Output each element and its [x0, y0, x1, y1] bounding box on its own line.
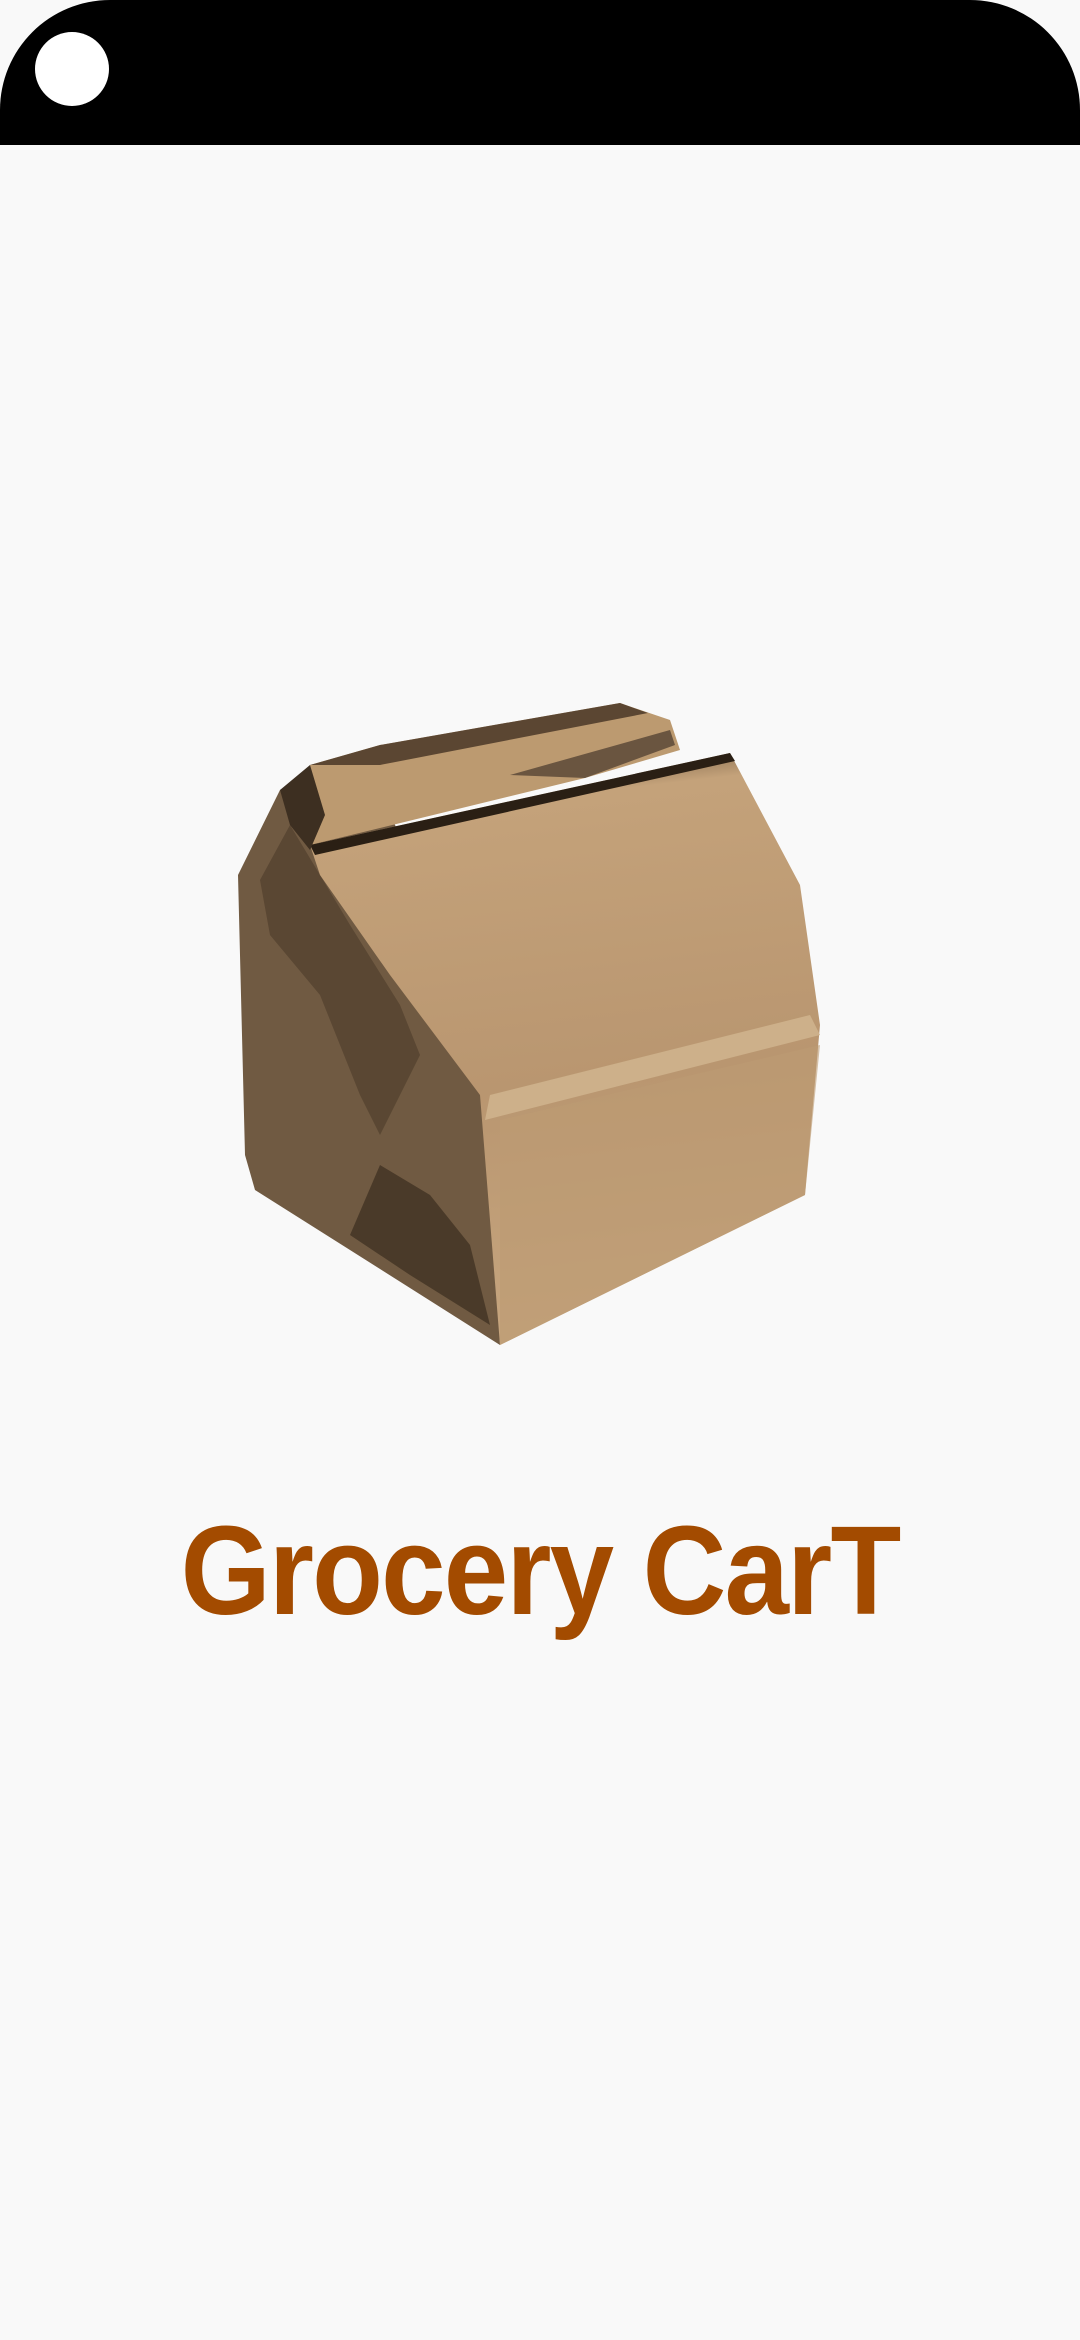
grocery-bag-icon: [238, 703, 820, 1345]
camera-cutout: [35, 32, 109, 106]
app-title: Grocery CarT: [180, 1500, 902, 1641]
status-bar: [0, 0, 1080, 145]
